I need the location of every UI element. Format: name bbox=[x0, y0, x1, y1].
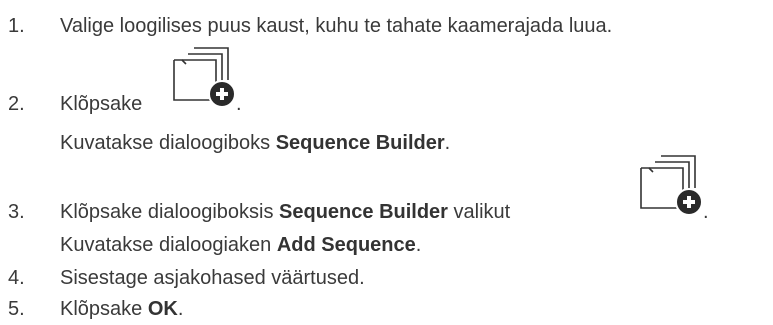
step-number: 2. bbox=[8, 93, 25, 115]
step-result: Kuvatakse dialoogiboks Sequence Builder. bbox=[60, 132, 451, 154]
step-result: Kuvatakse dialoogiaken Add Sequence. bbox=[60, 234, 422, 256]
step-text: Klõpsake bbox=[60, 93, 143, 115]
dialog-name: Add Sequence bbox=[276, 234, 416, 256]
step-3-period: . bbox=[703, 201, 709, 223]
step-text: Valige loogilises puus kaust, kuhu te ta… bbox=[60, 15, 613, 37]
step-number: 1. bbox=[8, 15, 25, 37]
step-number: 3. bbox=[8, 201, 25, 223]
button-name: OK bbox=[147, 298, 178, 320]
step-text: Klõpsake OK. bbox=[60, 298, 184, 320]
step-text: Klõpsake dialoogiboksis Sequence Builder… bbox=[60, 201, 511, 223]
dialog-name: Sequence Builder bbox=[279, 201, 448, 223]
add-sequence-icon bbox=[640, 155, 703, 216]
step-number: 5. bbox=[8, 298, 25, 320]
add-sequence-icon bbox=[173, 47, 236, 108]
dialog-name: Sequence Builder bbox=[275, 132, 445, 154]
step-text: Sisestage asjakohased väärtused. bbox=[60, 267, 365, 289]
step-2-period: . bbox=[236, 93, 242, 115]
step-number: 4. bbox=[8, 267, 25, 289]
